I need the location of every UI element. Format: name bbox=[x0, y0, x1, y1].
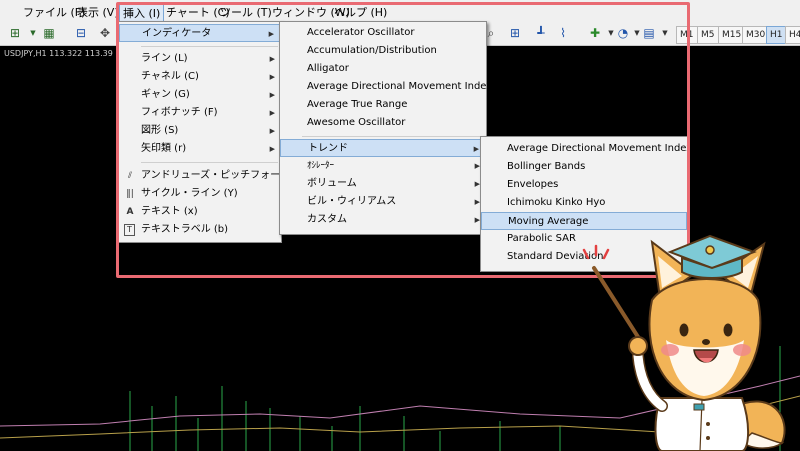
menu-item-envelopes[interactable]: Envelopes bbox=[481, 176, 687, 194]
menu-item-label: Accelerator Oscillator bbox=[307, 27, 415, 38]
menu-item-label: Bollinger Bands bbox=[507, 161, 586, 172]
menu-item-channels[interactable]: チャネル (C) ▶ bbox=[119, 68, 281, 86]
text-icon: A bbox=[126, 207, 134, 217]
menu-item-text[interactable]: A テキスト (x) bbox=[119, 203, 281, 221]
timeframe-h1[interactable]: H1 bbox=[766, 26, 787, 44]
profiles-icon[interactable]: ▦ bbox=[40, 25, 58, 41]
menu-help[interactable]: ヘルプ (H) bbox=[331, 4, 390, 22]
menu-item-label: 矢印類 (r) bbox=[141, 143, 187, 154]
menu-item-label: ライン (L) bbox=[141, 53, 188, 64]
submenu-arrow-icon: ▶ bbox=[269, 109, 275, 117]
submenu-arrow-icon: ▶ bbox=[269, 91, 275, 99]
menu-view[interactable]: 表示 (V) bbox=[74, 4, 122, 22]
timeframe-m5[interactable]: M5 bbox=[697, 26, 719, 44]
menu-item-bill-williams[interactable]: ビル・ウィリアムス ▶ bbox=[280, 193, 486, 211]
cycle-lines-icon: ‖| bbox=[126, 189, 134, 199]
menu-separator bbox=[141, 46, 278, 47]
new-chart-icon[interactable]: ⊞ bbox=[6, 25, 24, 41]
menu-item-indicators[interactable]: インディケータ ▶ bbox=[119, 24, 281, 42]
menu-item-text-label[interactable]: T テキストラベル (b) bbox=[119, 221, 281, 239]
timeframe-h4[interactable]: H4 bbox=[785, 26, 800, 44]
crosshair-icon[interactable]: ✥ bbox=[96, 25, 114, 41]
menu-item-label: Average Directional Movement Index bbox=[307, 81, 493, 92]
menu-item-label: Parabolic SAR bbox=[507, 233, 576, 244]
menu-item-label: Accumulation/Distribution bbox=[307, 45, 437, 56]
fox-mascot-illustration bbox=[582, 234, 786, 451]
emphasis-marks-icon bbox=[582, 244, 610, 260]
menu-item-lines[interactable]: ライン (L) ▶ bbox=[119, 50, 281, 68]
menu-item-label: ｵｼﾚｰﾀｰ bbox=[307, 161, 335, 171]
submenu-arrow-icon: ▶ bbox=[269, 55, 275, 63]
menu-item-andrews-pitchfork[interactable]: ⫽ アンドリューズ・ピッチフォーク (A) bbox=[119, 167, 308, 185]
menu-item-label: ビル・ウィリアムス bbox=[307, 196, 397, 207]
pitchfork-icon: ⫽ bbox=[127, 171, 132, 181]
menu-item-label: フィボナッチ (F) bbox=[141, 107, 218, 118]
menu-separator bbox=[141, 162, 278, 163]
tile-windows-icon[interactable]: ⊞ bbox=[506, 25, 524, 41]
menu-item-label: ギャン (G) bbox=[141, 89, 190, 100]
menu-item-accelerator-oscillator[interactable]: Accelerator Oscillator bbox=[280, 24, 486, 42]
menu-item-cycle-lines[interactable]: ‖| サイクル・ライン (Y) bbox=[119, 185, 281, 203]
menu-item-shapes[interactable]: 図形 (S) ▶ bbox=[119, 122, 281, 140]
menu-item-oscillators[interactable]: ｵｼﾚｰﾀｰ ▶ bbox=[280, 157, 486, 175]
menu-item-trend[interactable]: トレンド ▶ bbox=[280, 139, 486, 157]
pointer-stick bbox=[592, 266, 642, 342]
indicators-submenu: Accelerator Oscillator Accumulation/Dist… bbox=[279, 21, 492, 235]
period-separator-icon[interactable]: ┹ bbox=[532, 25, 550, 41]
menu-item-label: Envelopes bbox=[507, 179, 559, 190]
menu-item-label: サイクル・ライン (Y) bbox=[141, 188, 238, 199]
submenu-arrow-icon: ▶ bbox=[268, 30, 274, 38]
timeframe-m1[interactable]: M1 bbox=[676, 26, 698, 44]
market-watch-icon[interactable]: ⊟ bbox=[72, 25, 90, 41]
menu-separator bbox=[302, 136, 483, 137]
bow-tie bbox=[693, 403, 705, 411]
menu-item-label: Average Directional Movement Index bbox=[507, 143, 693, 154]
submenu-arrow-icon: ▶ bbox=[473, 145, 479, 153]
menu-item-average-true-range[interactable]: Average True Range bbox=[280, 96, 486, 114]
line-chart-icon[interactable]: ⌇ bbox=[554, 25, 572, 41]
menu-item-bollinger-bands[interactable]: Bollinger Bands bbox=[481, 158, 687, 176]
submenu-arrow-icon: ▶ bbox=[269, 145, 275, 153]
menu-item-label: Awesome Oscillator bbox=[307, 117, 406, 128]
dropdown-arrow-icon[interactable]: ▼ bbox=[656, 25, 674, 41]
menu-item-custom[interactable]: カスタム ▶ bbox=[280, 211, 486, 229]
menu-item-volumes[interactable]: ボリューム ▶ bbox=[280, 175, 486, 193]
text-label-icon: T bbox=[124, 224, 135, 236]
menu-item-gann[interactable]: ギャン (G) ▶ bbox=[119, 86, 281, 104]
submenu-arrow-icon: ▶ bbox=[269, 127, 275, 135]
menu-item-label: Moving Average bbox=[508, 216, 589, 227]
menu-item-alligator[interactable]: Alligator bbox=[280, 60, 486, 78]
menu-item-label: テキストラベル (b) bbox=[141, 224, 229, 235]
menu-item-label: テキスト (x) bbox=[141, 206, 198, 217]
menu-item-label: インディケータ bbox=[142, 28, 212, 39]
menu-item-label: Alligator bbox=[307, 63, 349, 74]
paw bbox=[628, 336, 648, 356]
menu-tools[interactable]: ツール (T) bbox=[217, 4, 275, 22]
menu-item-admi[interactable]: Average Directional Movement Index bbox=[280, 78, 492, 96]
menu-item-arrows[interactable]: 矢印類 (r) ▶ bbox=[119, 140, 281, 158]
menu-item-awesome-oscillator[interactable]: Awesome Oscillator bbox=[280, 114, 486, 132]
menu-item-label: ボリューム bbox=[307, 178, 357, 189]
menu-item-ichimoku[interactable]: Ichimoku Kinko Hyo bbox=[481, 194, 687, 212]
menu-item-label: チャネル (C) bbox=[141, 71, 199, 82]
menu-item-label: カスタム bbox=[307, 214, 347, 225]
menu-item-accumulation-distribution[interactable]: Accumulation/Distribution bbox=[280, 42, 486, 60]
submenu-arrow-icon: ▶ bbox=[269, 73, 275, 81]
menu-item-label: Average True Range bbox=[307, 99, 408, 110]
menu-item-label: Ichimoku Kinko Hyo bbox=[507, 197, 606, 208]
insert-menu: インディケータ ▶ ライン (L) ▶ チャネル (C) ▶ ギャン (G) ▶… bbox=[118, 21, 308, 243]
menu-item-label: トレンド bbox=[308, 143, 348, 154]
menu-item-fibonacci[interactable]: フィボナッチ (F) ▶ bbox=[119, 104, 281, 122]
menu-item-label: 図形 (S) bbox=[141, 125, 179, 136]
menu-item-trend-admi[interactable]: Average Directional Movement Index bbox=[481, 140, 692, 158]
